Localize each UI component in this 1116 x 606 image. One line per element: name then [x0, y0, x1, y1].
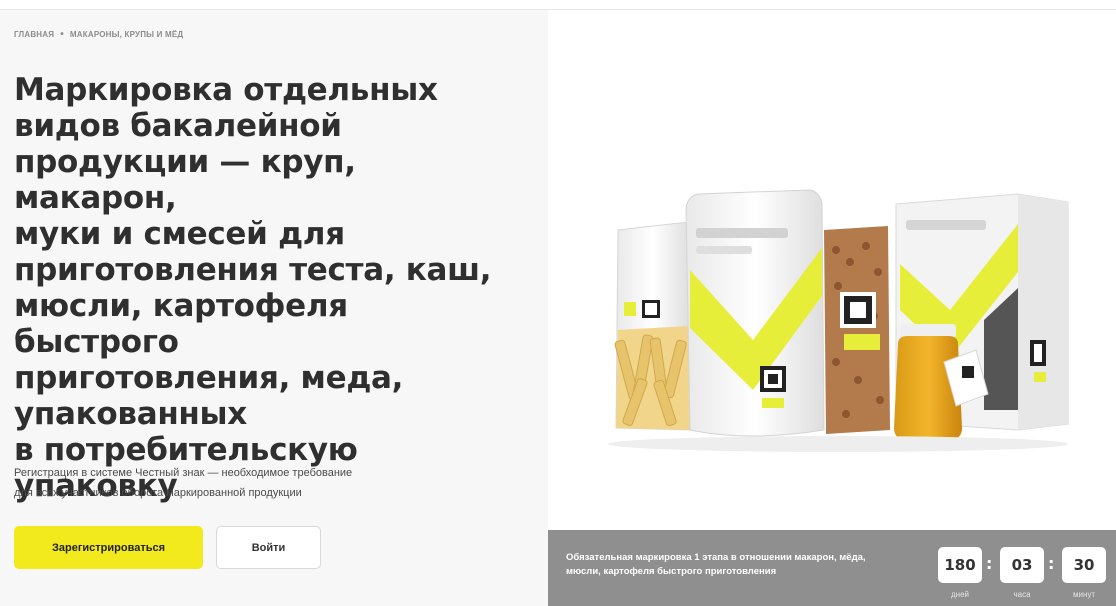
timer-minutes-label: минут [1072, 590, 1096, 599]
login-button[interactable]: Войти [216, 526, 321, 569]
register-button[interactable]: Зарегистрироваться [14, 526, 203, 569]
page-title-line: продукции — круп, макарон, [14, 144, 356, 216]
timer-separator: : [1048, 554, 1055, 573]
timer-separator: : [986, 554, 993, 573]
page-title-line: мюсли, картофеля быстрого [14, 288, 348, 360]
page-title-line: упакованных [14, 396, 247, 432]
breadcrumb-home-link[interactable]: ГЛАВНАЯ [14, 30, 54, 39]
hero-subtitle: Регистрация в системе Честный знак — нео… [14, 463, 434, 503]
hero-left-panel: ГЛАВНАЯ • МАКАРОНЫ, КРУПЫ И МЁД Маркиров… [0, 10, 548, 606]
breadcrumb: ГЛАВНАЯ • МАКАРОНЫ, КРУПЫ И МЁД [14, 28, 184, 40]
timer-days: 180 [938, 547, 982, 583]
timer-hours: 03 [1000, 547, 1044, 583]
beans-bag [824, 226, 890, 434]
page-title-line: приготовления, меда, [14, 360, 404, 396]
timer-hours-label: часа [1013, 590, 1031, 599]
timer-minutes: 30 [1062, 547, 1106, 583]
page-title: Маркировка отдельных видов бакалейной пр… [14, 72, 514, 504]
product-image-panel [548, 10, 1116, 530]
notice-text-line: мюсли, картофеля быстрого приготовления [566, 566, 777, 577]
grain-bag [685, 189, 825, 437]
page-title-line: видов бакалейной [14, 108, 342, 144]
notice-text: Обязательная маркировка 1 этапа в отноше… [566, 551, 926, 579]
pasta-bag [614, 221, 691, 431]
breadcrumb-current: МАКАРОНЫ, КРУПЫ И МЁД [69, 30, 184, 39]
page-title-line: муки и смесей для [14, 216, 345, 252]
hero-subtitle-line: для всех участников оборота маркированно… [14, 487, 302, 499]
hero-subtitle-line: Регистрация в системе Честный знак — нео… [14, 467, 353, 479]
notice-text-line: Обязательная маркировка 1 этапа в отноше… [566, 552, 866, 563]
breadcrumb-separator: • [60, 28, 64, 40]
top-strip [0, 0, 1116, 10]
notice-bar: Обязательная маркировка 1 этапа в отноше… [548, 530, 1116, 606]
page-title-line: приготовления теста, каш, [14, 252, 492, 288]
page-title-line: Маркировка отдельных [14, 72, 438, 108]
timer-days-label: дней [950, 590, 969, 599]
product-image [608, 189, 1069, 452]
